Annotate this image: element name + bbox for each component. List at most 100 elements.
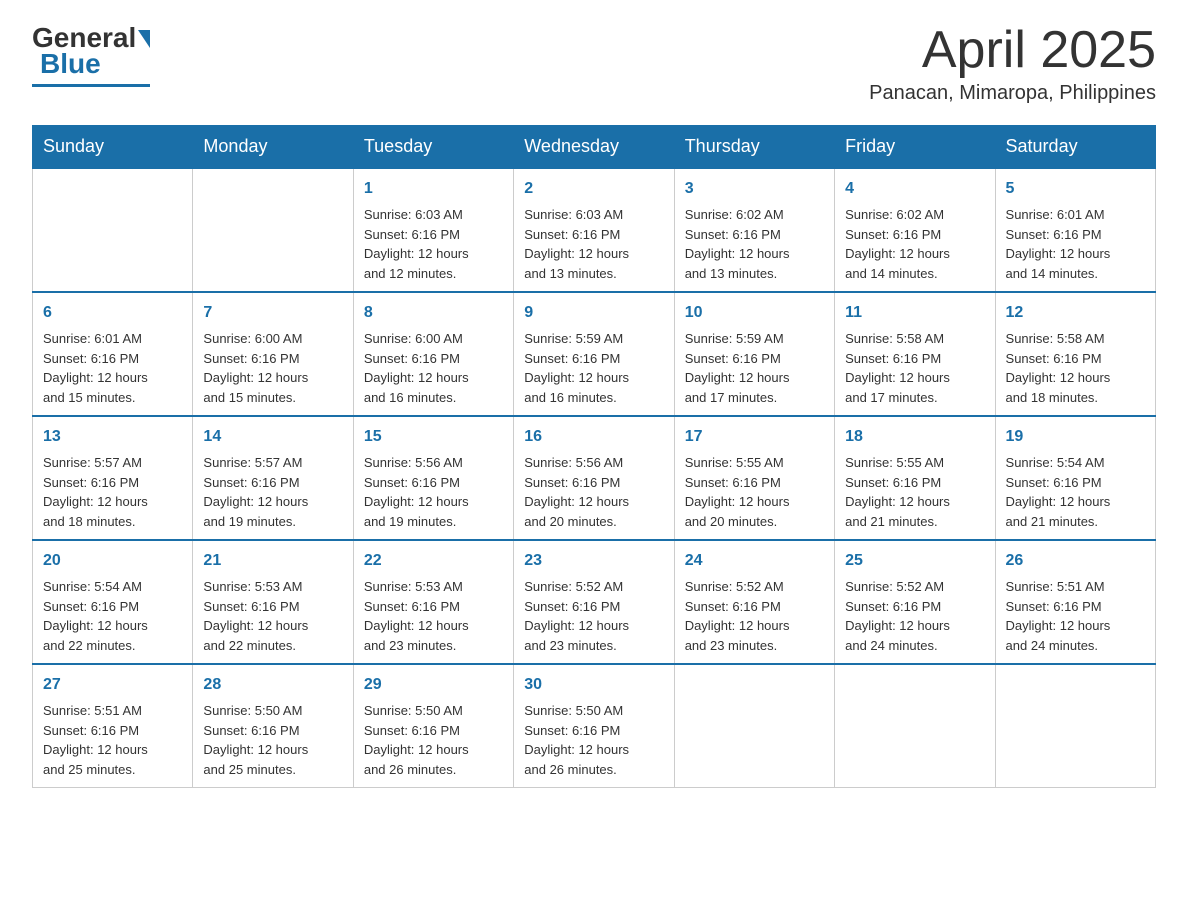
column-header-tuesday: Tuesday — [353, 126, 513, 169]
day-info: Sunrise: 5:55 AM Sunset: 6:16 PM Dayligh… — [845, 453, 984, 531]
day-info: Sunrise: 5:53 AM Sunset: 6:16 PM Dayligh… — [203, 577, 342, 655]
day-info: Sunrise: 5:50 AM Sunset: 6:16 PM Dayligh… — [203, 701, 342, 779]
column-header-monday: Monday — [193, 126, 353, 169]
column-header-sunday: Sunday — [33, 126, 193, 169]
day-number: 8 — [364, 301, 503, 325]
day-number: 24 — [685, 549, 824, 573]
calendar-cell: 1 Sunrise: 6:03 AM Sunset: 6:16 PM Daylig… — [353, 168, 513, 292]
calendar-cell: 2 Sunrise: 6:03 AM Sunset: 6:16 PM Daylig… — [514, 168, 674, 292]
day-info: Sunrise: 5:56 AM Sunset: 6:16 PM Dayligh… — [524, 453, 663, 531]
calendar-cell: 21Sunrise: 5:53 AM Sunset: 6:16 PM Dayli… — [193, 540, 353, 664]
logo-underline — [32, 84, 150, 87]
calendar-cell: 26Sunrise: 5:51 AM Sunset: 6:16 PM Dayli… — [995, 540, 1155, 664]
day-number: 18 — [845, 425, 984, 449]
week-row-3: 13 Sunrise: 5:57 AM Sunset: 6:16 PM Dayli… — [33, 416, 1156, 540]
calendar-cell: 25 Sunrise: 5:52 AM Sunset: 6:16 PM Dayli… — [835, 540, 995, 664]
day-info: Sunrise: 5:52 AM Sunset: 6:16 PM Dayligh… — [524, 577, 663, 655]
calendar-cell: 29Sunrise: 5:50 AM Sunset: 6:16 PM Dayli… — [353, 664, 513, 788]
day-number: 11 — [845, 301, 984, 325]
day-info: Sunrise: 6:01 AM Sunset: 6:16 PM Dayligh… — [1006, 205, 1145, 283]
calendar-cell: 27Sunrise: 5:51 AM Sunset: 6:16 PM Dayli… — [33, 664, 193, 788]
calendar-cell: 19Sunrise: 5:54 AM Sunset: 6:16 PM Dayli… — [995, 416, 1155, 540]
page-header: General Blue April 2025 Panacan, Mimarop… — [32, 24, 1156, 105]
calendar-table: SundayMondayTuesdayWednesdayThursdayFrid… — [32, 125, 1156, 788]
logo: General Blue — [32, 24, 150, 87]
day-number: 13 — [43, 425, 182, 449]
day-number: 30 — [524, 673, 663, 697]
day-number: 3 — [685, 177, 824, 201]
day-info: Sunrise: 6:01 AM Sunset: 6:16 PM Dayligh… — [43, 329, 182, 407]
day-info: Sunrise: 5:54 AM Sunset: 6:16 PM Dayligh… — [43, 577, 182, 655]
day-number: 2 — [524, 177, 663, 201]
day-number: 27 — [43, 673, 182, 697]
calendar-cell: 14 Sunrise: 5:57 AM Sunset: 6:16 PM Dayli… — [193, 416, 353, 540]
week-row-4: 20 Sunrise: 5:54 AM Sunset: 6:16 PM Dayli… — [33, 540, 1156, 664]
month-title: April 2025 — [869, 24, 1156, 76]
calendar-cell: 6Sunrise: 6:01 AM Sunset: 6:16 PM Daylig… — [33, 292, 193, 416]
calendar-cell: 10 Sunrise: 5:59 AM Sunset: 6:16 PM Dayli… — [674, 292, 834, 416]
day-number: 14 — [203, 425, 342, 449]
column-header-thursday: Thursday — [674, 126, 834, 169]
day-info: Sunrise: 5:52 AM Sunset: 6:16 PM Dayligh… — [685, 577, 824, 655]
day-number: 17 — [685, 425, 824, 449]
calendar-cell: 11 Sunrise: 5:58 AM Sunset: 6:16 PM Dayli… — [835, 292, 995, 416]
calendar-cell: 5Sunrise: 6:01 AM Sunset: 6:16 PM Daylig… — [995, 168, 1155, 292]
calendar-cell: 24 Sunrise: 5:52 AM Sunset: 6:16 PM Dayli… — [674, 540, 834, 664]
day-number: 16 — [524, 425, 663, 449]
day-number: 28 — [203, 673, 342, 697]
calendar-cell: 20 Sunrise: 5:54 AM Sunset: 6:16 PM Dayli… — [33, 540, 193, 664]
calendar-cell: 18 Sunrise: 5:55 AM Sunset: 6:16 PM Dayli… — [835, 416, 995, 540]
day-info: Sunrise: 5:52 AM Sunset: 6:16 PM Dayligh… — [845, 577, 984, 655]
day-info: Sunrise: 5:54 AM Sunset: 6:16 PM Dayligh… — [1006, 453, 1145, 531]
day-number: 1 — [364, 177, 503, 201]
logo-blue-text: Blue — [40, 48, 101, 80]
calendar-cell — [193, 168, 353, 292]
day-number: 7 — [203, 301, 342, 325]
day-number: 10 — [685, 301, 824, 325]
week-row-5: 27Sunrise: 5:51 AM Sunset: 6:16 PM Dayli… — [33, 664, 1156, 788]
calendar-cell: 28 Sunrise: 5:50 AM Sunset: 6:16 PM Dayli… — [193, 664, 353, 788]
calendar-cell: 22 Sunrise: 5:53 AM Sunset: 6:16 PM Dayli… — [353, 540, 513, 664]
week-row-2: 6Sunrise: 6:01 AM Sunset: 6:16 PM Daylig… — [33, 292, 1156, 416]
location-title: Panacan, Mimaropa, Philippines — [869, 82, 1156, 105]
column-header-wednesday: Wednesday — [514, 126, 674, 169]
week-row-1: 1 Sunrise: 6:03 AM Sunset: 6:16 PM Daylig… — [33, 168, 1156, 292]
calendar-cell — [835, 664, 995, 788]
column-header-saturday: Saturday — [995, 126, 1155, 169]
calendar-cell — [674, 664, 834, 788]
day-info: Sunrise: 6:00 AM Sunset: 6:16 PM Dayligh… — [203, 329, 342, 407]
day-info: Sunrise: 6:02 AM Sunset: 6:16 PM Dayligh… — [845, 205, 984, 283]
logo-arrow-icon — [138, 30, 150, 48]
day-info: Sunrise: 5:59 AM Sunset: 6:16 PM Dayligh… — [524, 329, 663, 407]
day-number: 4 — [845, 177, 984, 201]
calendar-cell: 12Sunrise: 5:58 AM Sunset: 6:16 PM Dayli… — [995, 292, 1155, 416]
day-info: Sunrise: 6:02 AM Sunset: 6:16 PM Dayligh… — [685, 205, 824, 283]
day-number: 20 — [43, 549, 182, 573]
calendar-cell: 9Sunrise: 5:59 AM Sunset: 6:16 PM Daylig… — [514, 292, 674, 416]
day-info: Sunrise: 6:03 AM Sunset: 6:16 PM Dayligh… — [524, 205, 663, 283]
day-number: 15 — [364, 425, 503, 449]
calendar-cell: 3 Sunrise: 6:02 AM Sunset: 6:16 PM Daylig… — [674, 168, 834, 292]
day-number: 22 — [364, 549, 503, 573]
day-info: Sunrise: 5:50 AM Sunset: 6:16 PM Dayligh… — [524, 701, 663, 779]
day-info: Sunrise: 5:56 AM Sunset: 6:16 PM Dayligh… — [364, 453, 503, 531]
calendar-cell: 8Sunrise: 6:00 AM Sunset: 6:16 PM Daylig… — [353, 292, 513, 416]
day-number: 26 — [1006, 549, 1145, 573]
day-number: 29 — [364, 673, 503, 697]
title-block: April 2025 Panacan, Mimaropa, Philippine… — [869, 24, 1156, 105]
day-info: Sunrise: 5:58 AM Sunset: 6:16 PM Dayligh… — [845, 329, 984, 407]
calendar-cell: 13 Sunrise: 5:57 AM Sunset: 6:16 PM Dayli… — [33, 416, 193, 540]
calendar-cell — [995, 664, 1155, 788]
day-info: Sunrise: 6:03 AM Sunset: 6:16 PM Dayligh… — [364, 205, 503, 283]
calendar-cell: 15 Sunrise: 5:56 AM Sunset: 6:16 PM Dayli… — [353, 416, 513, 540]
day-info: Sunrise: 5:53 AM Sunset: 6:16 PM Dayligh… — [364, 577, 503, 655]
day-info: Sunrise: 5:55 AM Sunset: 6:16 PM Dayligh… — [685, 453, 824, 531]
day-number: 25 — [845, 549, 984, 573]
day-info: Sunrise: 5:57 AM Sunset: 6:16 PM Dayligh… — [203, 453, 342, 531]
day-info: Sunrise: 5:58 AM Sunset: 6:16 PM Dayligh… — [1006, 329, 1145, 407]
day-info: Sunrise: 5:59 AM Sunset: 6:16 PM Dayligh… — [685, 329, 824, 407]
calendar-header-row: SundayMondayTuesdayWednesdayThursdayFrid… — [33, 126, 1156, 169]
calendar-cell: 16 Sunrise: 5:56 AM Sunset: 6:16 PM Dayli… — [514, 416, 674, 540]
day-info: Sunrise: 5:57 AM Sunset: 6:16 PM Dayligh… — [43, 453, 182, 531]
calendar-cell — [33, 168, 193, 292]
